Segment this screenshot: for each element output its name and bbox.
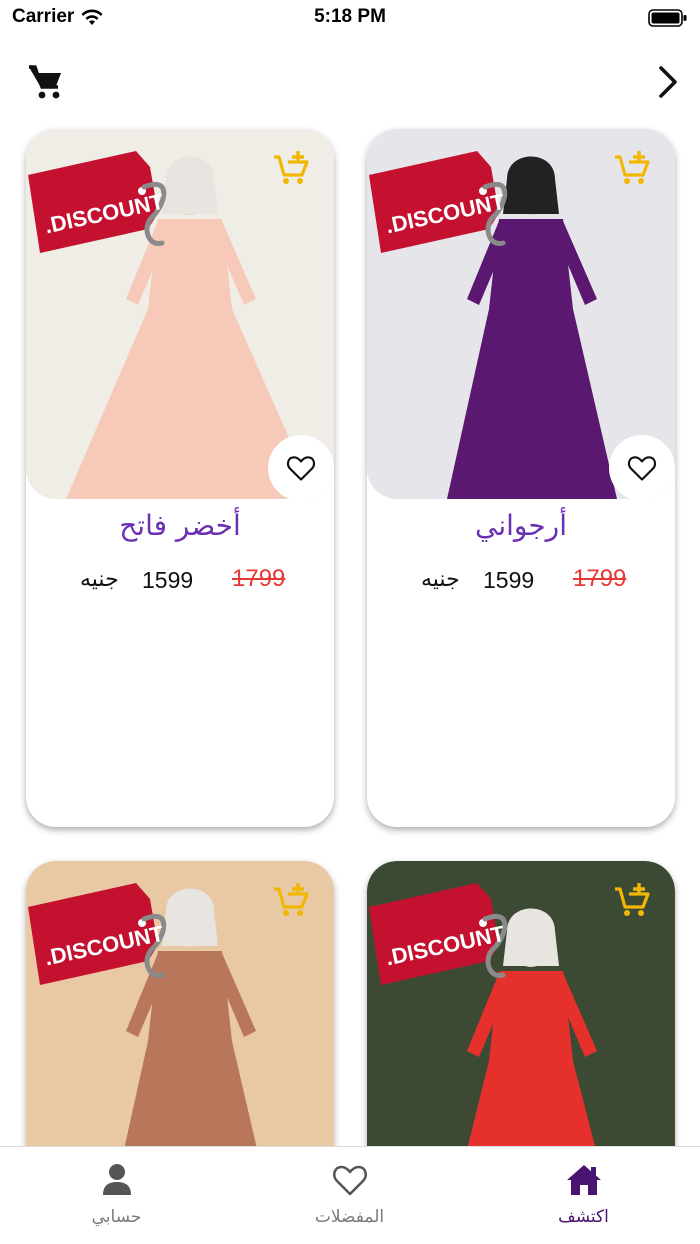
product-card[interactable]: .DISCOUNT أخضر فاتح جنيه 1599 1799 [26, 129, 334, 827]
add-to-cart-icon[interactable] [613, 881, 651, 919]
sale-price: 1599 [142, 567, 194, 593]
tab-account-label: حسابي [91, 1207, 142, 1227]
price-row: جنيه 1599 1799 [367, 565, 675, 601]
clock: 5:18 PM [314, 6, 386, 27]
currency-label: جنيه [80, 567, 119, 592]
heart-icon [286, 456, 316, 481]
tab-favorites[interactable]: المفضلات [233, 1147, 466, 1244]
add-to-cart-icon[interactable] [272, 149, 310, 187]
product-name: أخضر فاتح [119, 509, 241, 542]
heart-icon [332, 1165, 367, 1196]
price-row: جنيه 1599 1799 [26, 565, 334, 601]
tab-discover-label: اكتشف [558, 1207, 609, 1227]
discount-badge: .DISCOUNT [369, 151, 507, 253]
heart-icon [627, 456, 657, 481]
discount-badge: .DISCOUNT [28, 151, 166, 253]
bottom-tab-bar: حسابي المفضلات اكتشف [0, 1146, 700, 1244]
product-image[interactable]: .DISCOUNT [367, 129, 675, 499]
favorite-button[interactable] [268, 435, 334, 499]
cart-icon[interactable] [26, 62, 66, 102]
home-icon [566, 1165, 601, 1195]
battery-icon [648, 9, 687, 27]
tab-favorites-label: المفضلات [314, 1207, 385, 1227]
sale-price: 1599 [483, 567, 535, 593]
currency-label: جنيه [421, 567, 460, 592]
original-price: 1799 [232, 565, 286, 592]
status-bar: Carrier 5:18 PM [0, 0, 700, 40]
add-to-cart-icon[interactable] [613, 149, 651, 187]
chevron-right-icon[interactable] [650, 62, 684, 102]
discount-badge: .DISCOUNT [28, 883, 166, 985]
discount-badge: .DISCOUNT [369, 883, 507, 985]
person-icon [102, 1164, 131, 1195]
favorite-button[interactable] [609, 435, 675, 499]
product-name: أرجواني [475, 509, 567, 542]
tab-discover[interactable]: اكتشف [467, 1147, 700, 1244]
product-card[interactable]: .DISCOUNT أرجواني جنيه 1599 1799 [367, 129, 675, 827]
add-to-cart-icon[interactable] [272, 881, 310, 919]
top-bar [0, 58, 700, 108]
original-price: 1799 [573, 565, 627, 592]
tab-account[interactable]: حسابي [0, 1147, 233, 1244]
product-image[interactable]: .DISCOUNT [26, 129, 334, 499]
